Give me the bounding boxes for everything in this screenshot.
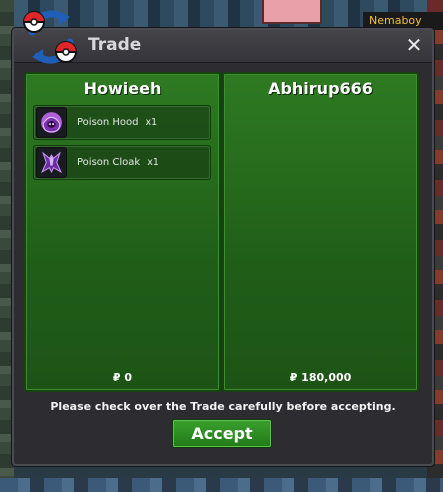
- trade-panel-right: Abhirup666 ₽ 180,000: [222, 72, 419, 392]
- trader-name-left: Howieeh: [83, 79, 162, 98]
- offer-items-left: Poison Hood x1 Poison Cloak x1: [33, 105, 211, 185]
- item-quantity: x1: [147, 157, 159, 168]
- accept-button[interactable]: Accept: [172, 419, 272, 448]
- trade-window: Trade ✕ Howieeh Poison Hood x1 Poison Cl…: [12, 28, 434, 466]
- money-amount-right: ₽ 180,000: [289, 371, 352, 384]
- trade-pokeball-icon: [23, 10, 77, 64]
- money-amount-left: ₽ 0: [112, 371, 133, 384]
- item-quantity: x1: [145, 117, 158, 128]
- list-item[interactable]: Poison Hood x1: [33, 105, 211, 140]
- list-item[interactable]: Poison Cloak x1: [33, 145, 211, 180]
- poison-hood-icon: [36, 107, 67, 138]
- window-title: Trade: [88, 35, 142, 55]
- poison-cloak-icon: [36, 147, 67, 178]
- map-tiles-bottom: [0, 478, 443, 492]
- trade-notice-text: Please check over the Trade carefully be…: [50, 400, 396, 413]
- close-button[interactable]: ✕: [404, 34, 424, 56]
- trade-panel-left: Howieeh Poison Hood x1 Poison Cloak x1 ₽…: [24, 72, 221, 392]
- player-sprite: [262, 0, 322, 24]
- trader-name-right: Abhirup666: [268, 79, 373, 98]
- item-name: Poison Hood: [77, 117, 139, 128]
- item-name: Poison Cloak: [77, 157, 141, 168]
